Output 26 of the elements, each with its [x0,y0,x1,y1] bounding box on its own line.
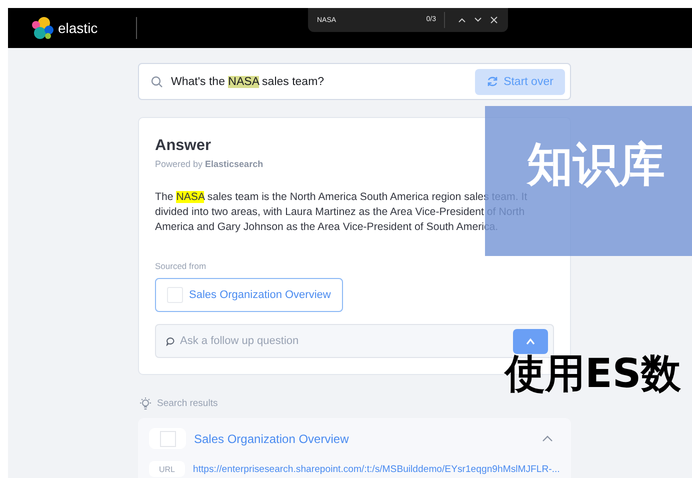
chat-icon [166,336,175,346]
search-results-label: Search results [157,398,218,409]
sourced-from-label: Sourced from [155,261,208,271]
powered-by-text: Powered by Elasticsearch [155,159,264,169]
banner-title: 知识库 [527,136,665,192]
start-over-button[interactable]: Start over [475,68,565,94]
close-icon [490,16,498,24]
next-match-icon [474,17,482,23]
collapse-caret-icon[interactable] [542,435,553,442]
logo-text: elastic [58,20,98,36]
elastic-logo-icon [30,16,54,40]
follow-up-input[interactable]: Ask a follow up question [180,335,508,347]
answer-title: Answer [155,137,212,155]
lightbulb-icon [139,397,152,410]
result-url-link[interactable]: https://enterprisesearch.sharepoint.com/:t:/s/MSBuilddemo/EYsr1eqgn9hMslMJFLR-... [193,464,560,474]
send-button[interactable] [513,328,548,354]
search-field[interactable]: What's the NASA sales team? Start over [138,63,571,100]
previous-match-icon [458,17,466,23]
url-label: URL [149,461,185,477]
search-query: What's the NASA sales team? [171,76,326,88]
result-title-link[interactable]: Sales Organization Overview [194,432,534,446]
refresh-icon [486,76,498,87]
arrow-up-icon [526,338,535,344]
source-link[interactable]: Sales Organization Overview [155,278,343,312]
document-icon [149,428,186,449]
search-icon [151,76,163,88]
